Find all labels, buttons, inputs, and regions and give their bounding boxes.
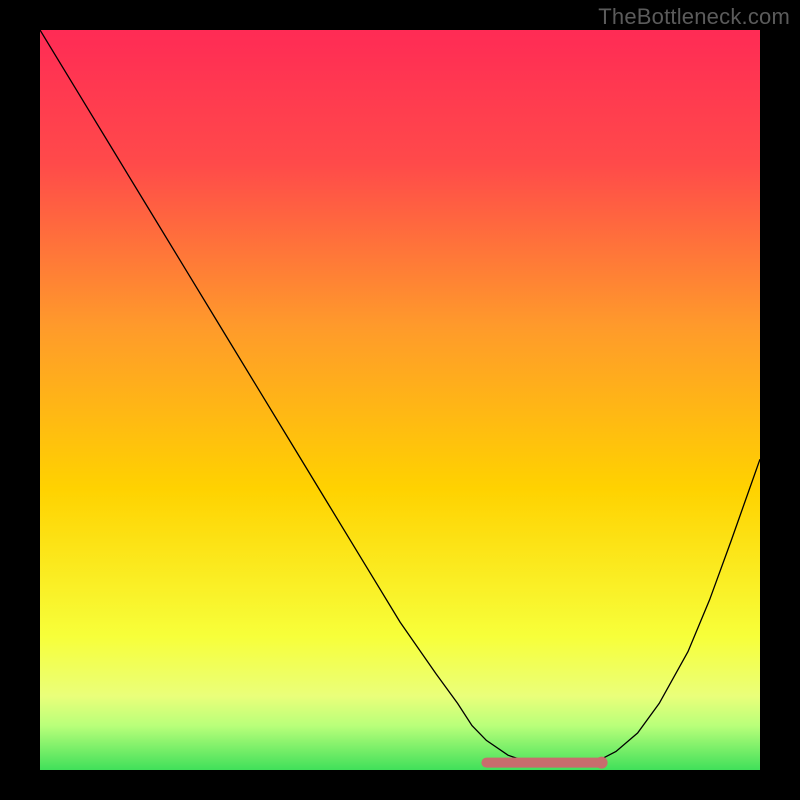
- watermark-label: TheBottleneck.com: [598, 4, 790, 30]
- chart-canvas: TheBottleneck.com: [0, 0, 800, 800]
- optimal-range-end-dot: [596, 757, 608, 769]
- gradient-background: [40, 30, 760, 770]
- plot-area: [40, 30, 760, 770]
- plot-svg: [40, 30, 760, 770]
